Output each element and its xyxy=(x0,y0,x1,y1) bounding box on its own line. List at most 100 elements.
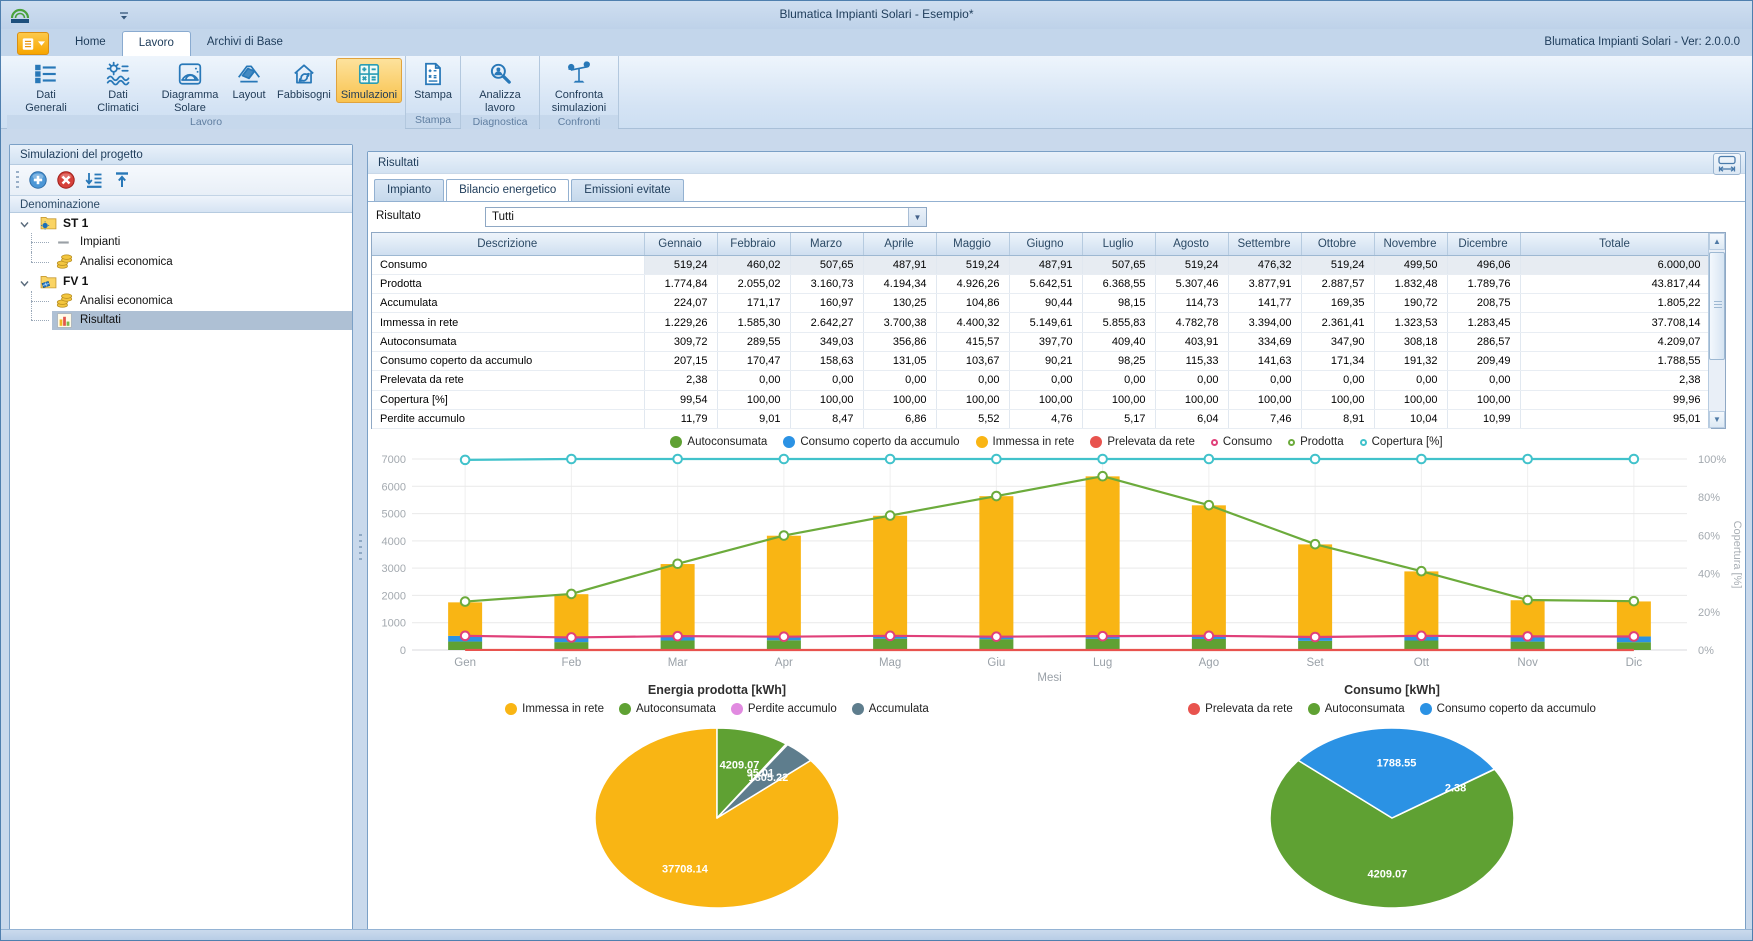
collapse-all-button[interactable] xyxy=(112,170,132,190)
legend-item-autoconsumata[interactable]: Autoconsumata xyxy=(619,703,716,715)
total-cell: 4.209,07 xyxy=(1520,332,1710,351)
value-cell: 90,44 xyxy=(1009,294,1082,313)
column-header-dicembre[interactable]: Dicembre xyxy=(1447,233,1520,255)
value-cell: 519,24 xyxy=(936,255,1009,274)
tree-item-fv-1[interactable]: FV 1 xyxy=(10,272,352,292)
column-header-novembre[interactable]: Novembre xyxy=(1374,233,1447,255)
value-cell: 4,76 xyxy=(1009,409,1082,428)
scroll-up-button[interactable]: ▲ xyxy=(1709,233,1725,250)
ribbon-tab-home[interactable]: Home xyxy=(59,31,122,56)
panel-splitter[interactable] xyxy=(357,144,365,931)
simulazioni-button[interactable]: Simulazioni xyxy=(336,58,402,103)
tree-column-header[interactable]: Denominazione xyxy=(10,195,352,213)
result-filter-combobox[interactable]: Tutti ▼ xyxy=(485,207,927,227)
column-header-giugno[interactable]: Giugno xyxy=(1009,233,1082,255)
value-cell: 103,67 xyxy=(936,351,1009,370)
total-cell: 99,96 xyxy=(1520,390,1710,409)
toolbar-grip[interactable] xyxy=(16,171,19,189)
maximize-button[interactable] xyxy=(1684,6,1704,22)
legend-item-immessa-in-rete[interactable]: Immessa in rete xyxy=(505,703,604,715)
sun-waves-icon xyxy=(105,61,131,87)
pie-value-label-autoconsumata: 4209.07 xyxy=(1367,869,1407,881)
project-simulations-panel: Simulazioni del progetto Denominazione S… xyxy=(9,144,353,931)
value-cell: 3.700,38 xyxy=(863,313,936,332)
tab-bilancio-energetico[interactable]: Bilancio energetico xyxy=(446,179,569,202)
stampa-button[interactable]: Stampa xyxy=(409,58,457,103)
button-label: Analizza lavoro xyxy=(469,89,531,114)
tab-impianto[interactable]: Impianto xyxy=(374,179,444,202)
app-menu-button[interactable] xyxy=(17,32,49,55)
tree-item-analisi-economica[interactable]: Analisi economica xyxy=(10,252,352,272)
column-header-settembre[interactable]: Settembre xyxy=(1228,233,1301,255)
chevron-down-icon[interactable] xyxy=(20,219,29,226)
value-cell: 487,91 xyxy=(1009,255,1082,274)
dati-climatici-button[interactable]: Dati Climatici xyxy=(82,58,154,115)
value-cell: 1.323,53 xyxy=(1374,313,1447,332)
layout-button[interactable]: Layout xyxy=(226,58,272,103)
table-row-immessa-in-rete[interactable]: Immessa in rete1.229,261.585,302.642,273… xyxy=(372,313,1710,332)
legend-item-autoconsumata[interactable]: Autoconsumata xyxy=(1308,703,1405,715)
diagramma-solare-button[interactable]: Diagramma Solare xyxy=(154,58,226,115)
column-header-marzo[interactable]: Marzo xyxy=(790,233,863,255)
table-row-prelevata-da-rete[interactable]: Prelevata da rete2,380,000,000,000,000,0… xyxy=(372,371,1710,390)
legend-item-prelevata-da-rete[interactable]: Prelevata da rete xyxy=(1188,703,1293,715)
delete-button[interactable] xyxy=(56,170,76,190)
minimize-button[interactable] xyxy=(1650,6,1670,22)
close-button[interactable] xyxy=(1718,6,1738,22)
table-row-consumo-coperto-da-accumulo[interactable]: Consumo coperto da accumulo207,15170,471… xyxy=(372,351,1710,370)
column-header-ottobre[interactable]: Ottobre xyxy=(1301,233,1374,255)
table-row-autoconsumata[interactable]: Autoconsumata309,72289,55349,03356,86415… xyxy=(372,332,1710,351)
tab-emissioni-evitate[interactable]: Emissioni evitate xyxy=(571,179,683,202)
svg-text:Ott: Ott xyxy=(1414,657,1430,669)
add-button[interactable] xyxy=(28,170,48,190)
value-cell: 100,00 xyxy=(1447,390,1520,409)
value-cell: 1.832,48 xyxy=(1374,274,1447,293)
column-header-gennaio[interactable]: Gennaio xyxy=(644,233,717,255)
combobox-dropdown-icon[interactable]: ▼ xyxy=(908,208,926,226)
ribbon-tab-lavoro[interactable]: Lavoro xyxy=(122,31,191,56)
value-cell: 130,25 xyxy=(863,294,936,313)
table-scrollbar[interactable]: ▲ ▼ xyxy=(1708,233,1725,428)
fabbisogni-button[interactable]: Fabbisogni xyxy=(272,58,336,103)
dati-generali-button[interactable]: Dati Generali xyxy=(10,58,82,115)
ribbon-tab-archivi-di-base[interactable]: Archivi di Base xyxy=(191,31,299,56)
column-header-maggio[interactable]: Maggio xyxy=(936,233,1009,255)
menu-list-icon xyxy=(21,37,35,51)
legend-item-consumo-coperto-da-accumulo[interactable]: Consumo coperto da accumulo xyxy=(1420,703,1596,715)
value-cell: 0,00 xyxy=(1228,371,1301,390)
value-cell: 507,65 xyxy=(790,255,863,274)
tree-item-impianti[interactable]: Impianti xyxy=(10,233,352,253)
svg-text:4000: 4000 xyxy=(382,536,406,548)
column-header-totale[interactable]: Totale xyxy=(1520,233,1710,255)
column-header-aprile[interactable]: Aprile xyxy=(863,233,936,255)
column-header-descrizione[interactable]: Descrizione xyxy=(372,233,644,255)
confronta-simulazioni-button[interactable]: ABConfronta simulazioni xyxy=(543,58,615,115)
ribbon-group-diagnostica: Analizza lavoroDiagnostica xyxy=(461,56,540,128)
legend-item-perdite-accumulo[interactable]: Perdite accumulo xyxy=(731,703,837,715)
value-cell: 141,63 xyxy=(1228,351,1301,370)
tree-item-st-1[interactable]: ST 1 xyxy=(10,213,352,233)
scrollbar-thumb[interactable] xyxy=(1709,252,1725,360)
legend-item-accumulata[interactable]: Accumulata xyxy=(852,703,929,715)
tree-item-risultati[interactable]: Risultati xyxy=(10,311,352,331)
table-row-copertura[interactable]: Copertura [%]99,54100,00100,00100,00100,… xyxy=(372,390,1710,409)
tree-item-analisi-economica[interactable]: Analisi economica xyxy=(10,291,352,311)
table-row-prodotta[interactable]: Prodotta1.774,842.055,023.160,734.194,34… xyxy=(372,274,1710,293)
style-button[interactable] xyxy=(1616,6,1636,22)
value-cell: 160,97 xyxy=(790,294,863,313)
chevron-down-icon[interactable] xyxy=(20,278,29,285)
column-header-febbraio[interactable]: Febbraio xyxy=(717,233,790,255)
value-cell: 6,04 xyxy=(1155,409,1228,428)
column-header-agosto[interactable]: Agosto xyxy=(1155,233,1228,255)
expand-all-button[interactable] xyxy=(84,170,104,190)
table-row-perdite-accumulo[interactable]: Perdite accumulo11,799,018,476,865,524,7… xyxy=(372,409,1710,428)
expand-all-icon xyxy=(84,177,104,194)
legend-label: Prelevata da rete xyxy=(1205,703,1293,715)
table-row-consumo[interactable]: Consumo519,24460,02507,65487,91519,24487… xyxy=(372,255,1710,274)
expand-panel-button[interactable] xyxy=(1713,153,1741,175)
scroll-down-button[interactable]: ▼ xyxy=(1709,411,1725,428)
tab-divider xyxy=(368,201,1745,202)
analizza-lavoro-button[interactable]: Analizza lavoro xyxy=(464,58,536,115)
column-header-luglio[interactable]: Luglio xyxy=(1082,233,1155,255)
table-row-accumulata[interactable]: Accumulata224,07171,17160,97130,25104,86… xyxy=(372,294,1710,313)
